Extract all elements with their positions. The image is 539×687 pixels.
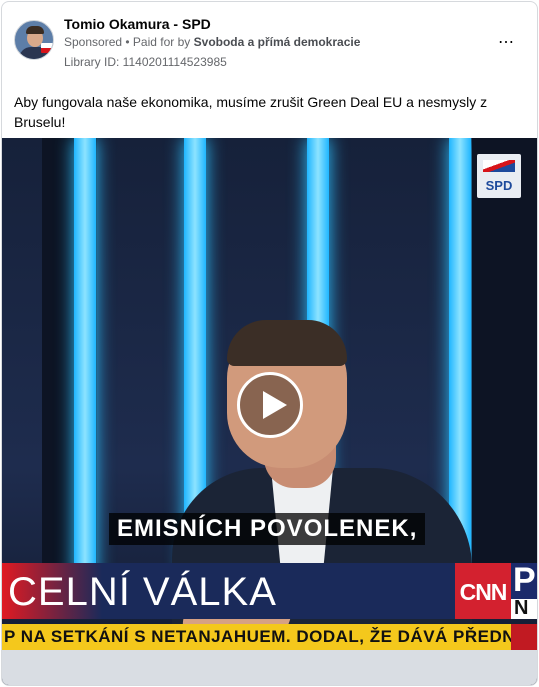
sponsored-label: Sponsored (64, 35, 123, 49)
more-options-icon[interactable]: ⋯ (498, 32, 515, 52)
network-logo-letter-p: P (513, 561, 536, 599)
cnn-logo: CNN (459, 579, 508, 605)
payer-name[interactable]: Svoboda a přímá demokracie (194, 35, 361, 49)
video-player[interactable]: SPD EMISNÍCH POVOLENEK, CELNÍ VÁLKA CNN … (2, 138, 537, 685)
avatar-hair (26, 26, 44, 34)
studio-panel (472, 138, 537, 578)
news-crawl-text: P NA SETKÁNÍ S NETANJAHUEM. DODAL, ŽE DÁ… (4, 627, 537, 646)
news-ticker-headline: CELNÍ VÁLKA (8, 570, 277, 614)
author-avatar[interactable] (14, 20, 54, 60)
flag-icon (41, 43, 53, 53)
speaker-hair (227, 320, 347, 366)
paid-for-label: • Paid for by (125, 35, 191, 49)
network-logo-letter-n: N (514, 597, 529, 619)
post-text: Aby fungovala naše ekonomika, musíme zru… (14, 94, 488, 130)
spd-logo: SPD (477, 154, 521, 198)
spd-logo-text: SPD (485, 178, 513, 193)
play-icon (263, 391, 287, 419)
play-button[interactable] (237, 372, 303, 438)
news-crawl-end (511, 624, 537, 650)
post-header: Tomio Okamura - SPD Sponsored • Paid for… (2, 2, 537, 82)
spd-flag-stripe (483, 160, 515, 172)
video-subtitle: EMISNÍCH POVOLENEK, (109, 513, 426, 545)
library-id: Library ID: 1140201114523985 (64, 55, 227, 69)
sponsored-line: Sponsored • Paid for by Svoboda a přímá … (64, 35, 360, 49)
studio-light-pillar (74, 138, 96, 578)
ad-card: Tomio Okamura - SPD Sponsored • Paid for… (1, 1, 538, 686)
author-name[interactable]: Tomio Okamura - SPD (64, 16, 211, 32)
